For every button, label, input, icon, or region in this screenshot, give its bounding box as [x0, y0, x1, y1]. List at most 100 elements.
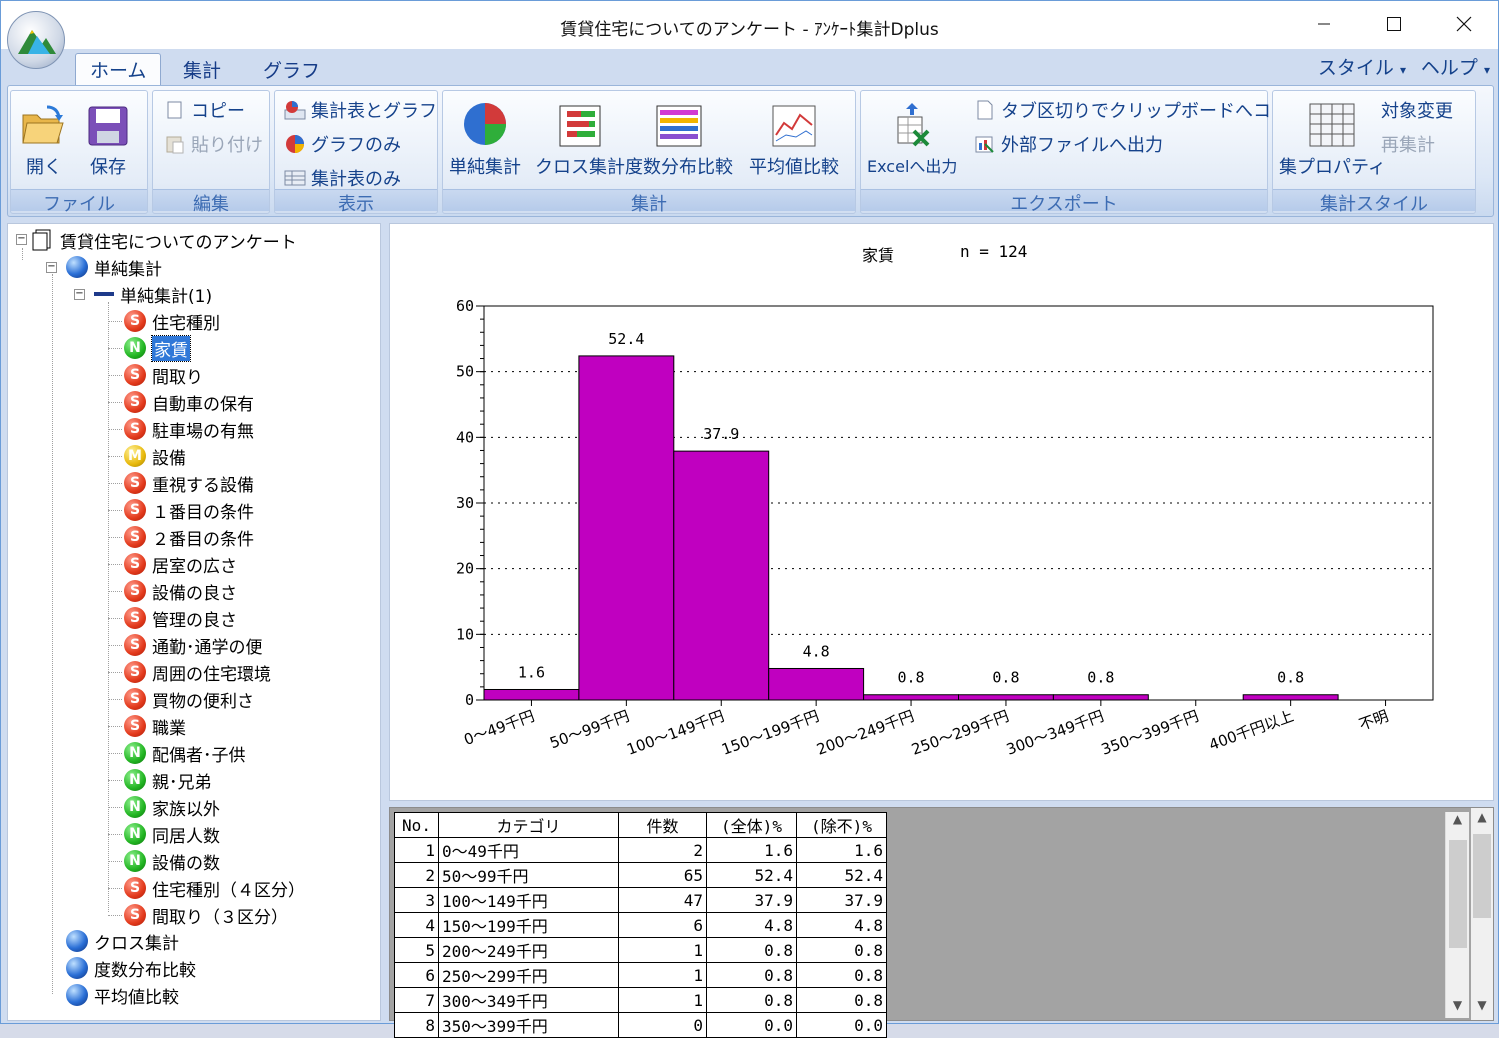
tree-item[interactable]: N 設備の数	[124, 848, 220, 874]
cross-tally-label: クロス集計	[535, 157, 625, 178]
tree-root[interactable]: 賃貸住宅についてのアンケート	[32, 227, 297, 253]
tree-item[interactable]: S 通勤･通学の便	[124, 632, 263, 658]
paste-button[interactable]: 貼り付け	[163, 131, 263, 157]
table-row[interactable]: 2 50～99千円 65 52.4 52.4	[394, 862, 887, 888]
maximize-button[interactable]	[1371, 7, 1417, 41]
table-cell: 0.8	[796, 962, 887, 988]
save-button[interactable]: 保存	[87, 95, 129, 179]
scroll-down-arrow-icon[interactable]: ▼	[1446, 998, 1469, 1018]
bar	[958, 694, 1054, 701]
tab-graph[interactable]: グラフ	[249, 53, 334, 85]
tree-simple-label: 単純集計	[94, 259, 162, 280]
ribbon-group-view: 集計表とグラフ グラフのみ 集計表のみ 表示	[274, 90, 438, 215]
tree-item[interactable]: N 配偶者･子供	[124, 740, 246, 766]
tree-simple-tally-1[interactable]: 単純集計(1)	[94, 281, 212, 307]
table-only-label: 集計表のみ	[311, 169, 401, 190]
table-cell: 37.9	[796, 887, 887, 913]
panel-vertical-scrollbar[interactable]: ▲ ▼	[1471, 808, 1493, 1020]
open-button[interactable]: 開く	[21, 95, 67, 179]
scroll-up-arrow-icon[interactable]: ▲	[1446, 812, 1469, 832]
bar-value-label: 52.4	[608, 330, 644, 348]
tree-item[interactable]: S 買物の便利さ	[124, 686, 254, 712]
scroll-down-arrow-icon[interactable]: ▼	[1471, 998, 1493, 1018]
table-cell: 37.9	[706, 887, 797, 913]
table-row[interactable]: 1 0～49千円 2 1.6 1.6	[394, 837, 887, 863]
tree-item[interactable]: S 自動車の保有	[124, 389, 254, 415]
tree-item[interactable]: S 職業	[124, 713, 186, 739]
scroll-thumb[interactable]	[1473, 834, 1491, 918]
collapse-root-toggle[interactable]: −	[16, 234, 27, 245]
excel-export-button[interactable]: Excelへ出力	[867, 95, 957, 177]
table-cell: 0.0	[796, 1012, 887, 1038]
tree-item[interactable]: N 親･兄弟	[124, 767, 212, 793]
close-button[interactable]	[1441, 7, 1487, 41]
collapse-simple-toggle[interactable]: −	[46, 262, 57, 273]
table-vertical-scrollbar[interactable]: ▲ ▼	[1445, 812, 1469, 1018]
tree-item[interactable]: S 居室の広さ	[124, 551, 237, 577]
table-only-button[interactable]: 集計表のみ	[283, 165, 401, 191]
tree-item[interactable]: S 重視する設備	[124, 470, 254, 496]
tree-simple-tally[interactable]: 単純集計	[66, 254, 162, 280]
tally-properties-button[interactable]: 集プロパティ	[1279, 95, 1386, 179]
tree-mean-label: 平均値比較	[94, 987, 179, 1008]
collapse-simple1-toggle[interactable]: −	[74, 289, 85, 300]
table-row[interactable]: 3 100～149千円 47 37.9 37.9	[394, 887, 887, 913]
tree-freq-compare[interactable]: 度数分布比較	[66, 955, 196, 981]
style-menu-label: スタイル	[1317, 57, 1394, 79]
freq-compare-button[interactable]: 度数分布比較	[625, 95, 733, 179]
app-logo-button[interactable]	[7, 11, 65, 69]
table-row[interactable]: 8 350～399千円 0 0.0 0.0	[394, 1012, 887, 1038]
tab-home[interactable]: ホーム	[75, 53, 162, 85]
cross-tally-button[interactable]: クロス集計	[535, 95, 625, 179]
tree-item[interactable]: S 住宅種別（４区分）	[124, 875, 305, 901]
tree-item[interactable]: S 周囲の住宅環境	[124, 659, 271, 685]
tree-item-label: 家賃	[151, 334, 191, 362]
minimize-button[interactable]	[1301, 7, 1347, 41]
tree-cross-tally[interactable]: クロス集計	[66, 928, 179, 954]
graph-only-label: グラフのみ	[311, 135, 401, 156]
tree-item[interactable]: M 設備	[124, 443, 186, 469]
group-label-file: ファイル	[11, 189, 147, 215]
tree-item[interactable]: S 管理の良さ	[124, 605, 237, 631]
tree-item-label: 親･兄弟	[152, 772, 212, 793]
tree-item[interactable]: S ２番目の条件	[124, 524, 254, 550]
tree-item[interactable]: N 家族以外	[124, 794, 220, 820]
table-row[interactable]: 7 300～349千円 1 0.8 0.8	[394, 987, 887, 1013]
copy-button[interactable]: コピー	[163, 97, 245, 123]
tree-item[interactable]: S １番目の条件	[124, 497, 254, 523]
table-cell: 0.8	[796, 937, 887, 963]
help-menu[interactable]: ヘルプ ▾	[1421, 53, 1490, 80]
clipboard-copy-button[interactable]: タブ区切りでクリップボードへコピー	[973, 97, 1307, 123]
x-tick-label: 200～249千円	[814, 707, 916, 759]
table-and-graph-button[interactable]: 集計表とグラフ	[283, 97, 437, 123]
style-menu[interactable]: スタイル ▾	[1318, 53, 1406, 80]
scroll-thumb[interactable]	[1449, 840, 1467, 948]
table-row[interactable]: 5 200～249千円 1 0.8 0.8	[394, 937, 887, 963]
tree-item[interactable]: S 設備の良さ	[124, 578, 237, 604]
tree-item[interactable]: N 同居人数	[124, 821, 220, 847]
table-cell: 0.8	[706, 987, 797, 1013]
mean-compare-button[interactable]: 平均値比較	[749, 95, 839, 179]
tree-item[interactable]: S 住宅種別	[124, 308, 220, 334]
chevron-down-icon: ▾	[1483, 63, 1490, 77]
tree-item[interactable]: N 家賃	[124, 334, 191, 362]
tree-item-label: 家族以外	[152, 799, 220, 820]
ribbon: 開く 保存 ファイル コピー 貼り付け 編集 集計表とグラフ グラフのみ 集計表…	[7, 85, 1494, 217]
tree-item-label: 住宅種別	[152, 313, 220, 334]
recalc-button[interactable]: 再集計	[1381, 131, 1435, 157]
tab-tally[interactable]: 集計	[169, 53, 235, 85]
tree-mean-compare[interactable]: 平均値比較	[66, 982, 179, 1008]
table-row[interactable]: 4 150～199千円 6 4.8 4.8	[394, 912, 887, 938]
survey-tree[interactable]: − 賃貸住宅についてのアンケート − 単純集計 − 単純集計(1) S 住宅種別 N…	[7, 223, 381, 1021]
graph-only-button[interactable]: グラフのみ	[283, 131, 401, 157]
table-row[interactable]: 6 250～299千円 1 0.8 0.8	[394, 962, 887, 988]
external-file-button[interactable]: 外部ファイルへ出力	[973, 131, 1163, 157]
tree-item[interactable]: S 間取り	[124, 362, 203, 388]
tally-properties-label: 集プロパティ	[1279, 157, 1386, 178]
tree-item[interactable]: S 駐車場の有無	[124, 416, 254, 442]
tree-item[interactable]: S 間取り（３区分）	[124, 902, 288, 928]
table-cell: 0.0	[706, 1012, 797, 1038]
simple-tally-button[interactable]: 単純集計	[449, 95, 521, 179]
scroll-up-arrow-icon[interactable]: ▲	[1471, 810, 1493, 830]
change-target-button[interactable]: 対象変更	[1381, 97, 1453, 123]
